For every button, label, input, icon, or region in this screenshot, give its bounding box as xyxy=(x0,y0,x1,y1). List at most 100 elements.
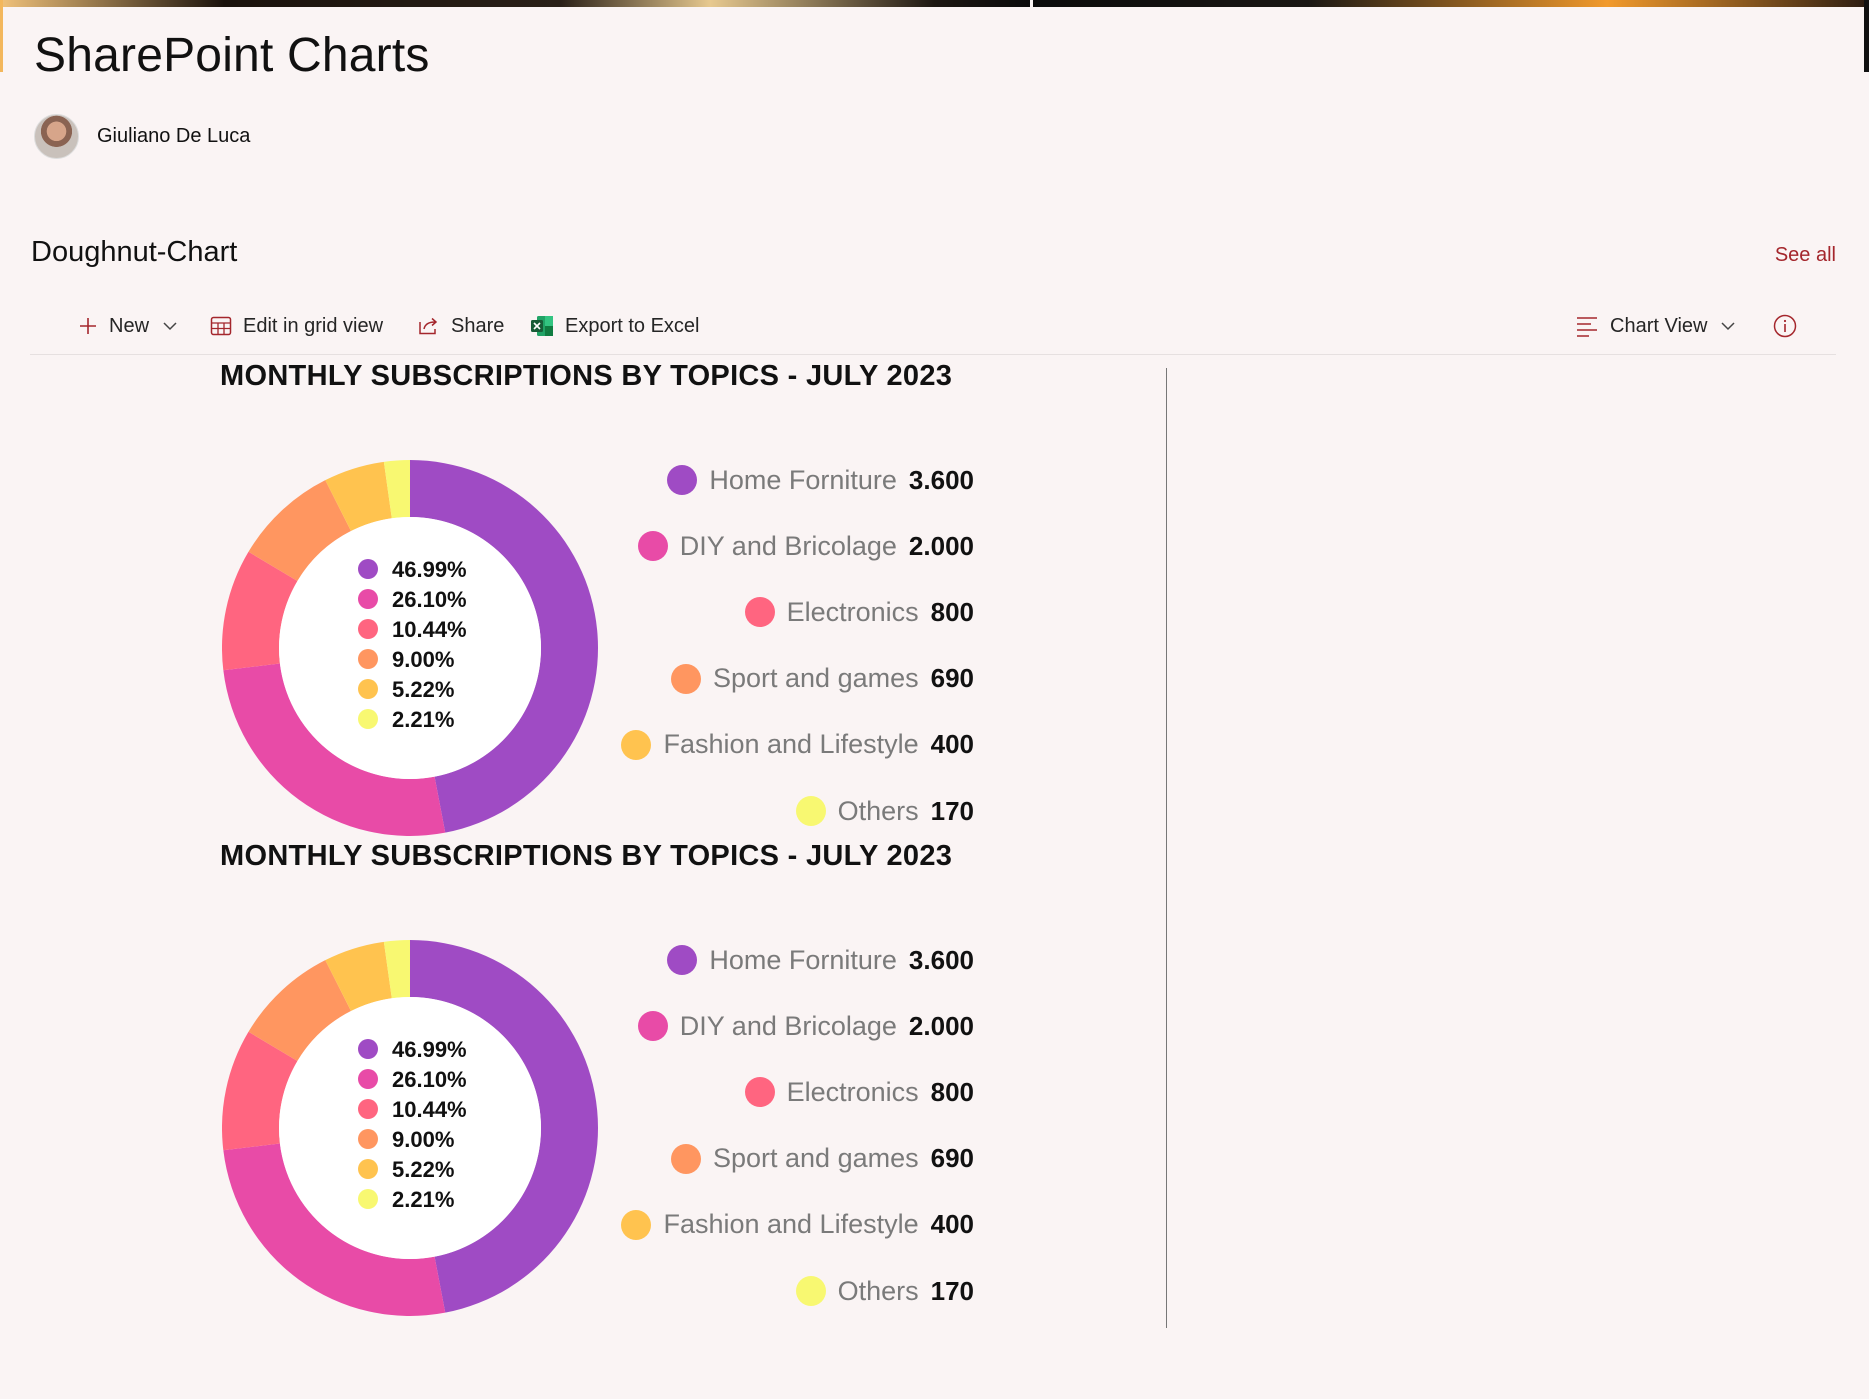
legend-dot xyxy=(621,1209,652,1240)
legend-label: Sport and games xyxy=(712,1143,919,1174)
legend-item[interactable]: DIY and Bricolage 2.000 xyxy=(637,526,974,566)
legend-item[interactable]: Sport and games 690 xyxy=(670,659,974,699)
legend-dot xyxy=(667,465,698,495)
doughnut-svg: 46.99% 26.10% 10.44% 9.00% 5.22% 2.21% xyxy=(222,460,598,836)
legend-value: 3.600 xyxy=(908,944,974,975)
chevron-down-icon xyxy=(163,321,177,331)
legend-item[interactable]: Electronics 800 xyxy=(744,592,974,632)
chart-view-switcher[interactable]: Chart View xyxy=(1575,308,1735,344)
legend-item[interactable]: Others 170 xyxy=(795,791,974,831)
center-legend-dot xyxy=(358,619,378,639)
legend-value: 3.600 xyxy=(908,464,974,495)
legend-value: 2.000 xyxy=(908,1010,974,1041)
grid-icon xyxy=(210,316,232,336)
share-button[interactable]: Share xyxy=(418,308,504,344)
center-percent-label: 46.99% xyxy=(392,557,467,582)
export-excel-button[interactable]: Export to Excel xyxy=(530,308,700,344)
center-legend-dot xyxy=(358,649,378,669)
legend-label: Fashion and Lifestyle xyxy=(663,1209,919,1240)
legend-label: Sport and games xyxy=(712,663,919,694)
center-percent-label: 26.10% xyxy=(392,587,467,612)
author-byline[interactable]: Giuliano De Luca xyxy=(34,114,250,159)
legend-item[interactable]: Sport and games 690 xyxy=(670,1139,974,1179)
legend-value: 170 xyxy=(930,795,974,826)
legend-label: Home Forniture xyxy=(709,464,897,495)
export-excel-label: Export to Excel xyxy=(565,314,700,337)
legend-item[interactable]: Electronics 800 xyxy=(744,1072,974,1112)
legend-dot xyxy=(670,1143,701,1174)
legend-value: 170 xyxy=(930,1275,974,1306)
center-legend-dot xyxy=(358,559,378,579)
legend-item[interactable]: Fashion and Lifestyle 400 xyxy=(621,1205,974,1245)
chart-legend: Home Forniture 3.600 DIY and Bricolage 2.00… xyxy=(600,460,974,840)
author-name[interactable]: Giuliano De Luca xyxy=(97,125,250,148)
legend-value: 400 xyxy=(930,729,974,760)
legend-label: Home Forniture xyxy=(709,944,897,975)
share-label: Share xyxy=(451,314,505,337)
center-legend-dot xyxy=(358,1189,378,1209)
legend-item[interactable]: Home Forniture 3.600 xyxy=(667,940,974,980)
legend-dot xyxy=(637,1011,668,1042)
legend-item[interactable]: DIY and Bricolage 2.000 xyxy=(637,1006,974,1046)
info-icon xyxy=(1773,314,1797,338)
center-percent-label: 2.21% xyxy=(392,707,454,732)
chart-view-label: Chart View xyxy=(1610,314,1708,337)
new-button[interactable]: New xyxy=(78,308,177,344)
center-percent-label: 5.22% xyxy=(392,1157,454,1182)
page-title: SharePoint Charts xyxy=(34,29,430,82)
banner-right-edge xyxy=(1864,0,1869,72)
legend-label: Others xyxy=(837,795,919,826)
legend-dot xyxy=(795,796,826,826)
list-lines-icon xyxy=(1575,315,1599,337)
center-percent-label: 9.00% xyxy=(392,1127,454,1152)
center-legend-dot xyxy=(358,1129,378,1149)
see-all-link[interactable]: See all xyxy=(1775,244,1836,267)
center-legend-dot xyxy=(358,1099,378,1119)
chart-legend: Home Forniture 3.600 DIY and Bricolage 2.00… xyxy=(600,940,974,1320)
center-percent-label: 9.00% xyxy=(392,647,454,672)
plus-icon xyxy=(78,316,98,336)
legend-value: 2.000 xyxy=(908,530,974,561)
legend-label: DIY and Bricolage xyxy=(679,1010,897,1041)
legend-label: DIY and Bricolage xyxy=(679,530,897,561)
legend-item[interactable]: Fashion and Lifestyle 400 xyxy=(621,725,974,765)
chart-title: MONTHLY SUBSCRIPTIONS BY TOPICS - JULY 2… xyxy=(220,360,953,392)
new-button-label: New xyxy=(109,314,150,337)
center-percent-label: 10.44% xyxy=(392,1097,467,1122)
legend-value: 690 xyxy=(930,1143,974,1174)
legend-label: Electronics xyxy=(786,596,919,627)
legend-value: 800 xyxy=(930,596,974,627)
center-legend-dot xyxy=(358,1159,378,1179)
legend-dot xyxy=(637,531,668,562)
edit-grid-view-label: Edit in grid view xyxy=(243,314,384,337)
center-percent-label: 2.21% xyxy=(392,1187,454,1212)
legend-dot xyxy=(667,945,698,975)
center-legend-dot xyxy=(358,1069,378,1089)
legend-item[interactable]: Others 170 xyxy=(795,1271,974,1311)
legend-label: Fashion and Lifestyle xyxy=(663,729,919,760)
chevron-down-icon xyxy=(1721,321,1735,331)
center-legend-dot xyxy=(358,589,378,609)
doughnut-svg: 46.99% 26.10% 10.44% 9.00% 5.22% 2.21% xyxy=(222,940,598,1316)
banner-left-edge xyxy=(0,0,3,72)
center-legend-dot xyxy=(358,679,378,699)
center-percent-label: 5.22% xyxy=(392,677,454,702)
command-bar: New Edit in grid view Share Export to Ex… xyxy=(30,298,1836,355)
legend-dot xyxy=(744,1077,775,1108)
legend-item[interactable]: Home Forniture 3.600 xyxy=(667,460,974,500)
legend-label: Others xyxy=(837,1275,919,1306)
avatar[interactable] xyxy=(34,114,79,159)
legend-value: 690 xyxy=(930,663,974,694)
info-button[interactable] xyxy=(1773,308,1797,344)
doughnut-chart-1: MONTHLY SUBSCRIPTIONS BY TOPICS - JULY 2… xyxy=(0,360,1160,840)
edit-grid-view-button[interactable]: Edit in grid view xyxy=(210,308,383,344)
excel-icon xyxy=(530,315,554,337)
legend-dot xyxy=(670,663,701,694)
legend-dot xyxy=(795,1276,826,1306)
share-icon xyxy=(418,316,440,336)
center-legend-dot xyxy=(358,1039,378,1059)
center-percent-label: 10.44% xyxy=(392,617,467,642)
center-legend-dot xyxy=(358,709,378,729)
center-percent-label: 46.99% xyxy=(392,1037,467,1062)
chart-title: MONTHLY SUBSCRIPTIONS BY TOPICS - JULY 2… xyxy=(220,840,953,872)
